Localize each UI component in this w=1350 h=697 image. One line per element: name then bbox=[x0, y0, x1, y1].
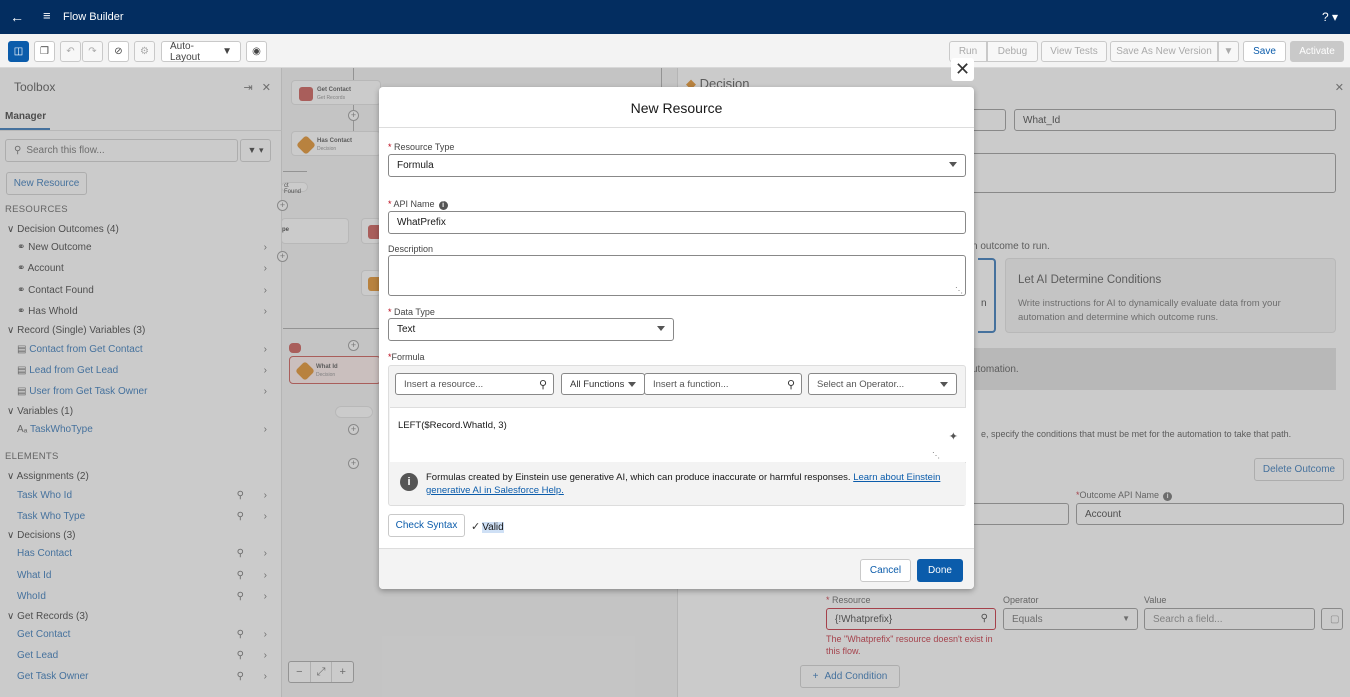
search-icon: ⚲ bbox=[786, 379, 795, 391]
caret-down-icon bbox=[657, 326, 665, 331]
flow-icon: ≡ bbox=[43, 8, 51, 23]
check-syntax-button[interactable]: Check Syntax bbox=[388, 514, 465, 537]
done-button[interactable]: Done bbox=[917, 559, 963, 582]
function-category-select[interactable]: All Functions bbox=[561, 373, 645, 395]
save-as-new-version-button[interactable]: Save As New Version bbox=[1110, 41, 1218, 62]
resize-handle-icon: ⋱ bbox=[955, 286, 963, 295]
gear-icon: ⚙ bbox=[140, 46, 149, 57]
resource-type-select[interactable]: Formula bbox=[388, 154, 966, 177]
toggle-details-button[interactable]: ❐ bbox=[34, 41, 55, 62]
help-menu[interactable]: ? ▾ bbox=[1322, 10, 1338, 24]
description-label: Description bbox=[388, 244, 434, 254]
debug-button[interactable]: Debug bbox=[987, 41, 1038, 62]
api-name-label: * API Name i bbox=[388, 199, 448, 210]
redo-button[interactable]: ↷ bbox=[82, 41, 103, 62]
toolbar: ◫ ❐ ↶ ↷ ⊘ ⚙ Auto-Layout ▼ ◉ Run Debug Vie… bbox=[0, 34, 1350, 68]
formula-editor[interactable]: LEFT($Record.WhatId, 3) ✦ ⋱ bbox=[390, 407, 966, 462]
close-icon: ✕ bbox=[954, 59, 971, 79]
layout-select[interactable]: Auto-Layout ▼ bbox=[161, 41, 241, 63]
flow-properties-button[interactable]: ◉ bbox=[246, 41, 267, 62]
cancel-button[interactable]: Cancel bbox=[860, 559, 911, 582]
data-type-label: * Data Type bbox=[388, 307, 435, 317]
insert-resource-input[interactable]: Insert a resource... ⚲ bbox=[395, 373, 554, 395]
app-header: ← ≡ Flow Builder ? ▾ bbox=[0, 0, 1350, 34]
formula-builder: Insert a resource... ⚲ All Functions Inse… bbox=[388, 365, 966, 506]
lock-icon: ◉ bbox=[252, 46, 261, 57]
einstein-disclaimer: i Formulas created by Einstein use gener… bbox=[390, 463, 966, 505]
einstein-sparkle-icon[interactable]: ✦ bbox=[949, 430, 958, 443]
check-icon: ✓ bbox=[471, 521, 481, 533]
syntax-status: ✓ Valid bbox=[471, 521, 504, 533]
disable-button[interactable]: ⊘ bbox=[108, 41, 129, 62]
copy-icon: ❐ bbox=[40, 46, 49, 57]
caret-down-icon bbox=[940, 382, 948, 387]
toggle-toolbox-button[interactable]: ◫ bbox=[8, 41, 29, 62]
back-arrow-icon[interactable]: ← bbox=[10, 9, 24, 25]
caret-down-icon bbox=[949, 162, 957, 167]
save-menu-button[interactable]: ▼ bbox=[1218, 41, 1239, 62]
undo-icon: ↶ bbox=[66, 46, 75, 57]
modal-footer: Cancel Done bbox=[379, 548, 974, 589]
search-icon: ⚲ bbox=[538, 379, 547, 391]
ban-icon: ⊘ bbox=[114, 46, 123, 57]
data-type-select[interactable]: Text bbox=[388, 318, 674, 341]
new-resource-modal: New Resource * Resource Type Formula * A… bbox=[379, 87, 974, 589]
info-icon: i bbox=[400, 473, 418, 491]
operator-select[interactable]: Select an Operator... bbox=[808, 373, 957, 395]
view-tests-button[interactable]: View Tests bbox=[1041, 41, 1107, 62]
insert-function-input[interactable]: Insert a function... ⚲ bbox=[644, 373, 802, 395]
caret-down-icon: ▼ bbox=[1223, 46, 1234, 57]
modal-title: New Resource bbox=[630, 100, 723, 116]
resource-type-label: * Resource Type bbox=[388, 142, 455, 152]
api-name-input[interactable]: WhatPrefix bbox=[388, 211, 966, 234]
panel-icon: ◫ bbox=[13, 46, 24, 57]
redo-icon: ↷ bbox=[88, 46, 97, 57]
resize-handle-icon[interactable]: ⋱ bbox=[932, 451, 940, 460]
info-icon: i bbox=[438, 201, 448, 210]
modal-header: New Resource bbox=[379, 87, 974, 128]
description-textarea[interactable]: ⋱ bbox=[388, 255, 966, 296]
activate-button[interactable]: Activate bbox=[1290, 41, 1344, 62]
app-title: Flow Builder bbox=[63, 11, 124, 23]
close-modal-button[interactable]: ✕ bbox=[951, 58, 974, 81]
undo-button[interactable]: ↶ bbox=[60, 41, 81, 62]
settings-button[interactable]: ⚙ bbox=[134, 41, 155, 62]
formula-label: *Formula bbox=[388, 352, 425, 362]
save-button[interactable]: Save bbox=[1243, 41, 1286, 62]
caret-down-icon: ▼ bbox=[222, 46, 232, 57]
caret-down-icon bbox=[628, 382, 636, 387]
